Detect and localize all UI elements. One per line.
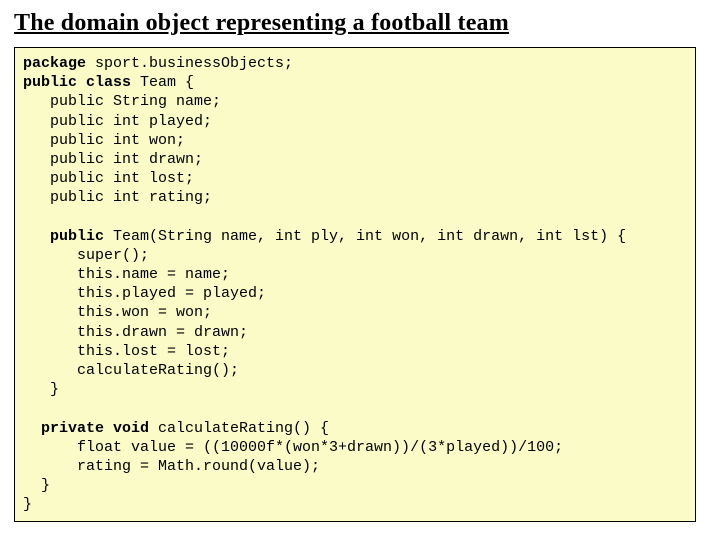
code-line: this.name = name; <box>23 266 230 283</box>
code-line: public int drawn; <box>23 151 203 168</box>
code-line: this.drawn = drawn; <box>23 324 248 341</box>
page-title: The domain object representing a footbal… <box>14 10 706 37</box>
keyword-public-class: public class <box>23 74 131 91</box>
code-line: public String name; <box>23 93 221 110</box>
code-line: float value = ((10000f*(won*3+drawn))/(3… <box>23 439 563 456</box>
slide: The domain object representing a footbal… <box>0 0 720 536</box>
blank-line <box>23 209 32 226</box>
code-line: sport.businessObjects; <box>86 55 293 72</box>
code-line: calculateRating() { <box>149 420 329 437</box>
keyword-public: public <box>23 228 104 245</box>
code-line: this.played = played; <box>23 285 266 302</box>
code-line: } <box>23 496 32 513</box>
code-line: this.lost = lost; <box>23 343 230 360</box>
code-line: this.won = won; <box>23 304 212 321</box>
code-line: calculateRating(); <box>23 362 239 379</box>
code-line: Team { <box>131 74 194 91</box>
code-line: public int rating; <box>23 189 212 206</box>
code-line: public int won; <box>23 132 185 149</box>
blank-line <box>23 400 32 417</box>
keyword-package: package <box>23 55 86 72</box>
code-line: } <box>23 381 59 398</box>
code-block: package sport.businessObjects; public cl… <box>14 47 696 522</box>
code-line: } <box>23 477 50 494</box>
code-line: rating = Math.round(value); <box>23 458 320 475</box>
keyword-private-void: private void <box>23 420 149 437</box>
code-line: super(); <box>23 247 149 264</box>
code-line: Team(String name, int ply, int won, int … <box>104 228 626 245</box>
code-line: public int played; <box>23 113 212 130</box>
code-line: public int lost; <box>23 170 194 187</box>
